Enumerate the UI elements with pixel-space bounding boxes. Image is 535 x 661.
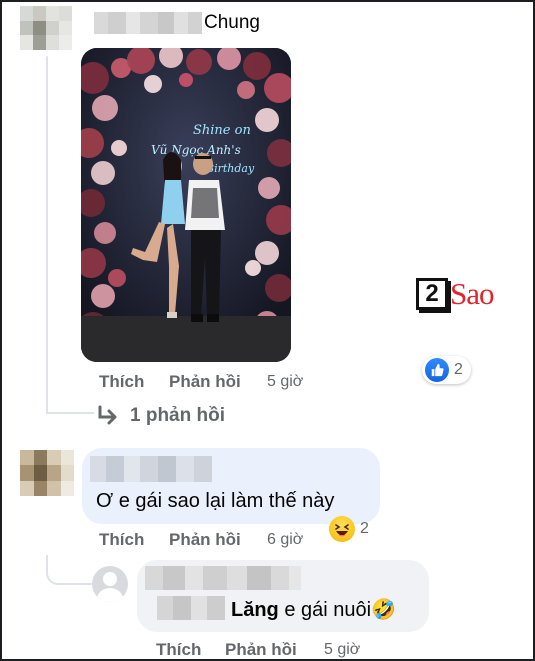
reply-arrow-icon [98, 405, 117, 425]
haha-icon [329, 516, 355, 542]
reaction-count: 2 [454, 361, 463, 378]
thread-reply-connector [46, 555, 92, 585]
reply-button[interactable]: Phản hồi [169, 372, 241, 392]
comment-bubble: Lăng e gái nuôi🤣 [137, 560, 429, 632]
mention-name[interactable]: Lăng [231, 599, 279, 621]
view-replies-label: 1 phản hồi [130, 405, 225, 426]
timestamp[interactable]: 5 giờ [267, 373, 303, 391]
default-avatar-icon [103, 572, 117, 586]
reaction-summary[interactable]: 2 [326, 514, 377, 544]
author-name-censored[interactable] [90, 456, 212, 482]
timestamp[interactable]: 5 giờ [324, 641, 360, 659]
like-button[interactable]: Thích [156, 640, 201, 660]
comment-bubble: Ơ e gái sao lại làm thế này [82, 448, 380, 524]
svg-text:Shine on: Shine on [193, 123, 251, 138]
like-button[interactable]: Thích [99, 530, 144, 550]
svg-text:Vũ Ngọc Anh's: Vũ Ngọc Anh's [151, 143, 241, 157]
avatar[interactable] [92, 566, 128, 602]
watermark-box: 2 [416, 278, 448, 310]
reply-button[interactable]: Phản hồi [169, 530, 241, 550]
author-name-censored[interactable] [94, 12, 202, 34]
comment-text: e gái nuôi [284, 599, 372, 621]
avatar[interactable] [20, 6, 72, 50]
rofl-emoji: 🤣 [371, 599, 396, 621]
like-icon [425, 358, 449, 382]
mention-name-censored[interactable] [157, 596, 225, 620]
comment-photo[interactable]: Shine on Vũ Ngọc Anh's Birthday [81, 48, 291, 362]
reaction-summary[interactable]: 2 [422, 356, 471, 384]
2sao-watermark: 2 Sao [416, 276, 494, 312]
author-name[interactable]: Chung [204, 12, 260, 34]
watermark-text: Sao [450, 276, 494, 311]
comment-text: Ơ e gái sao lại làm thế này [96, 490, 335, 512]
thread-branch [46, 412, 94, 414]
view-replies-link[interactable]: 1 phản hồi [96, 405, 225, 427]
reply-button[interactable]: Phản hồi [225, 640, 297, 660]
author-name-censored[interactable] [145, 566, 301, 590]
thread-line [46, 56, 48, 414]
timestamp[interactable]: 6 giờ [267, 531, 303, 549]
avatar[interactable] [20, 450, 74, 496]
like-button[interactable]: Thích [99, 372, 144, 392]
reaction-count: 2 [360, 520, 369, 537]
